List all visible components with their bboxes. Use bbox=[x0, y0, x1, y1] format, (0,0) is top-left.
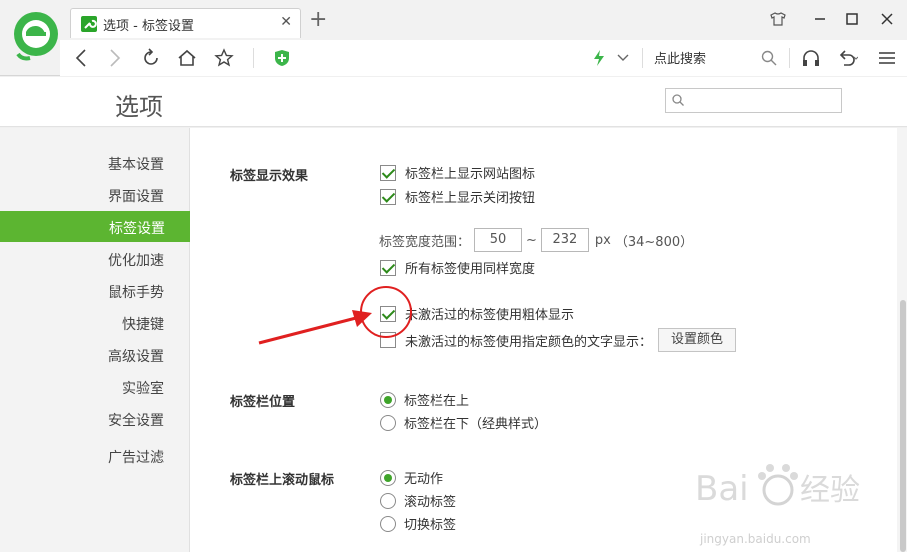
tab-title: 选项 - 标签设置 bbox=[103, 19, 194, 34]
search-box-label[interactable]: 点此搜索 bbox=[654, 48, 706, 67]
min-width-input[interactable]: 50 bbox=[474, 228, 523, 252]
home-icon[interactable] bbox=[172, 44, 202, 72]
option-label: 标签栏上显示网站图标 bbox=[405, 167, 536, 182]
tab-close-icon[interactable]: ✕ bbox=[280, 14, 292, 30]
show-site-icon-option[interactable]: 标签栏上显示网站图标 bbox=[380, 163, 535, 182]
shield-plus-icon[interactable] bbox=[267, 44, 297, 72]
svg-text:经验: 经验 bbox=[800, 473, 860, 508]
forward-arrow-icon[interactable] bbox=[100, 44, 130, 72]
same-width-option[interactable]: 所有标签使用同样宽度 bbox=[380, 258, 535, 277]
nav-divider bbox=[642, 48, 643, 68]
sidebar-item-gestures[interactable]: 鼠标手势 bbox=[108, 282, 164, 302]
star-icon[interactable] bbox=[209, 44, 239, 72]
max-width-input[interactable]: 232 bbox=[540, 228, 589, 252]
sidebar-item-interface[interactable]: 界面设置 bbox=[108, 186, 164, 206]
scroll-none-radio[interactable] bbox=[380, 469, 396, 486]
option-label: 切换标签 bbox=[404, 518, 457, 533]
scrollbar-thumb[interactable] bbox=[900, 300, 906, 552]
width-hint: （34~800） bbox=[614, 234, 694, 250]
option-label: 滚动标签 bbox=[404, 495, 457, 510]
nav-divider bbox=[789, 48, 790, 68]
nav-divider bbox=[253, 48, 254, 68]
skin-shirt-icon[interactable] bbox=[763, 6, 793, 32]
sidebar-item-lab[interactable]: 实验室 bbox=[122, 378, 164, 398]
option-label: 未激活过的标签使用指定颜色的文字显示： bbox=[405, 334, 653, 350]
sidebar-item-adblock[interactable]: 广告过滤 bbox=[108, 447, 164, 467]
set-color-button[interactable]: 设置颜色 bbox=[658, 328, 737, 352]
bold-inactive-option[interactable]: 未激活过的标签使用粗体显示 bbox=[380, 304, 574, 323]
refresh-icon[interactable] bbox=[136, 44, 166, 72]
scroll-switch-radio[interactable] bbox=[380, 515, 396, 532]
close-window-button[interactable] bbox=[872, 6, 902, 32]
section-title-position: 标签栏位置 bbox=[230, 395, 296, 410]
browser-chrome: 选项 - 标签设置 ✕ + 点此搜索 bbox=[0, 0, 907, 76]
chevron-down-icon[interactable] bbox=[608, 44, 638, 72]
minimize-button[interactable] bbox=[805, 6, 835, 32]
option-label: 未激活过的标签使用粗体显示 bbox=[405, 308, 575, 323]
option-label: 无动作 bbox=[404, 472, 444, 487]
svg-text:Bai: Bai bbox=[695, 469, 749, 509]
position-bottom-radio[interactable] bbox=[380, 414, 396, 431]
scroll-switch-option[interactable]: 切换标签 bbox=[380, 514, 456, 533]
browser-logo-icon bbox=[14, 12, 58, 61]
headphones-icon[interactable] bbox=[796, 44, 826, 72]
show-site-icon-checkbox[interactable] bbox=[380, 164, 396, 181]
option-label: 标签栏在下（经典样式） bbox=[404, 417, 548, 432]
show-close-button-checkbox[interactable] bbox=[380, 188, 396, 205]
width-range-label: 标签宽度范围： bbox=[379, 234, 471, 250]
section-title-display: 标签显示效果 bbox=[230, 169, 309, 184]
position-top-option[interactable]: 标签栏在上 bbox=[380, 390, 469, 409]
sidebar-item-optimize[interactable]: 优化加速 bbox=[108, 250, 164, 270]
maximize-button[interactable] bbox=[837, 6, 867, 32]
color-inactive-checkbox[interactable] bbox=[380, 332, 396, 348]
new-tab-button[interactable]: + bbox=[309, 8, 327, 32]
sidebar-item-tabs[interactable]: 标签设置 bbox=[0, 211, 190, 242]
range-separator: ~ bbox=[526, 232, 537, 248]
watermark-url: jingyan.baidu.com bbox=[700, 532, 811, 546]
bold-inactive-checkbox[interactable] bbox=[380, 305, 396, 322]
back-arrow-icon[interactable] bbox=[66, 44, 96, 72]
tab-width-range: 标签宽度范围： 50 ~ 232 px （34~800） bbox=[379, 228, 693, 252]
position-top-radio[interactable] bbox=[380, 391, 396, 408]
sidebar-item-security[interactable]: 安全设置 bbox=[108, 410, 164, 430]
show-close-button-option[interactable]: 标签栏上显示关闭按钮 bbox=[380, 187, 535, 206]
sidebar-item-label: 标签设置 bbox=[109, 221, 165, 237]
option-label: 标签栏在上 bbox=[404, 394, 470, 409]
navigation-bar: 点此搜索 bbox=[60, 40, 907, 76]
sidebar-item-advanced[interactable]: 高级设置 bbox=[108, 346, 164, 366]
browser-tab[interactable]: 选项 - 标签设置 ✕ bbox=[70, 8, 301, 38]
search-icon[interactable] bbox=[754, 44, 784, 72]
scroll-tabs-radio[interactable] bbox=[380, 492, 396, 509]
page-title: 选项 bbox=[115, 93, 163, 121]
color-inactive-option: 未激活过的标签使用指定颜色的文字显示： 设置颜色 bbox=[380, 328, 737, 352]
search-icon bbox=[672, 94, 684, 106]
scroll-none-option[interactable]: 无动作 bbox=[380, 468, 443, 487]
width-unit: px bbox=[594, 232, 611, 248]
undo-icon[interactable] bbox=[832, 44, 862, 72]
options-header: 选项 bbox=[0, 77, 907, 127]
position-bottom-option[interactable]: 标签栏在下（经典样式） bbox=[380, 413, 547, 432]
sidebar-item-basic[interactable]: 基本设置 bbox=[108, 154, 164, 174]
settings-sidebar: 基本设置 界面设置 标签设置 优化加速 鼠标手势 快捷键 高级设置 实验室 安全… bbox=[0, 128, 190, 552]
same-width-checkbox[interactable] bbox=[380, 259, 396, 276]
section-title-scroll: 标签栏上滚动鼠标 bbox=[230, 473, 335, 488]
sidebar-item-shortcuts[interactable]: 快捷键 bbox=[122, 314, 164, 334]
scroll-tabs-option[interactable]: 滚动标签 bbox=[380, 491, 456, 510]
wrench-icon bbox=[81, 16, 97, 32]
option-label: 标签栏上显示关闭按钮 bbox=[405, 191, 536, 206]
options-search-field[interactable] bbox=[665, 88, 842, 113]
menu-icon[interactable] bbox=[872, 44, 902, 72]
options-search-input[interactable] bbox=[688, 89, 838, 111]
option-label: 所有标签使用同样宽度 bbox=[405, 262, 536, 277]
